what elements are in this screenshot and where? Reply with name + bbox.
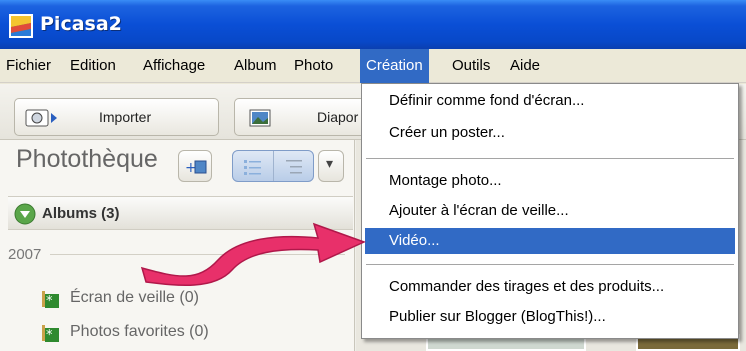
menu-add-screensaver[interactable]: Ajouter à l'écran de veille... <box>365 198 735 224</box>
menu-separator <box>366 264 734 265</box>
star-album-icon: * <box>42 325 59 343</box>
import-button[interactable]: Importer <box>14 98 219 136</box>
menu-creation[interactable]: Création <box>360 49 429 83</box>
creation-dropdown-menu: Définir comme fond d'écran... Créer un p… <box>361 83 739 339</box>
slideshow-icon <box>249 109 271 127</box>
svg-text:*: * <box>46 294 53 309</box>
import-label: Importer <box>99 109 152 125</box>
menu-separator <box>366 158 734 159</box>
menu-album[interactable]: Album <box>232 49 279 83</box>
chevron-down-icon: ▾ <box>326 156 334 172</box>
menu-bar: Fichier Edition Affichage Album Photo Cr… <box>0 49 746 83</box>
picasa-logo-icon <box>9 14 33 38</box>
list-view-icon[interactable] <box>243 158 263 176</box>
album-name: Écran de veille (0) <box>70 289 199 306</box>
menu-photo[interactable]: Photo <box>292 49 335 83</box>
menu-set-wallpaper[interactable]: Définir comme fond d'écran... <box>365 88 735 114</box>
menu-aide[interactable]: Aide <box>508 49 542 83</box>
library-title: Photothèque <box>16 145 158 173</box>
view-toggle-group <box>232 150 314 182</box>
year-label: 2007 <box>8 246 42 263</box>
menu-video[interactable]: Vidéo... <box>365 228 735 254</box>
tree-view-icon[interactable] <box>285 158 305 176</box>
menu-publish-blogger[interactable]: Publier sur Blogger (BlogThis!)... <box>365 304 735 330</box>
expand-arrow-icon[interactable] <box>14 203 36 225</box>
menu-affichage[interactable]: Affichage <box>141 49 207 83</box>
title-bar[interactable]: Picasa2 <box>0 0 746 49</box>
menu-fichier[interactable]: Fichier <box>4 49 53 83</box>
menu-edition[interactable]: Edition <box>68 49 118 83</box>
red-pointer-arrow-icon <box>140 222 366 287</box>
add-to-library-button[interactable]: + <box>178 150 212 182</box>
sort-dropdown-button[interactable]: ▾ <box>318 150 344 182</box>
menu-photo-montage[interactable]: Montage photo... <box>365 168 735 194</box>
star-album-icon: * <box>42 291 59 309</box>
menu-order-prints[interactable]: Commander des tirages et des produits... <box>365 274 735 300</box>
camera-import-icon <box>25 109 57 127</box>
menu-outils[interactable]: Outils <box>450 49 492 83</box>
view-divider <box>273 151 274 181</box>
svg-text:*: * <box>46 328 53 343</box>
add-folder-icon: + <box>185 160 207 176</box>
album-name: Photos favorites (0) <box>70 323 209 340</box>
window-title: Picasa2 <box>40 13 122 35</box>
albums-label: Albums (3) <box>42 205 120 222</box>
menu-create-poster[interactable]: Créer un poster... <box>365 120 735 146</box>
slideshow-label: Diapor <box>317 109 359 125</box>
